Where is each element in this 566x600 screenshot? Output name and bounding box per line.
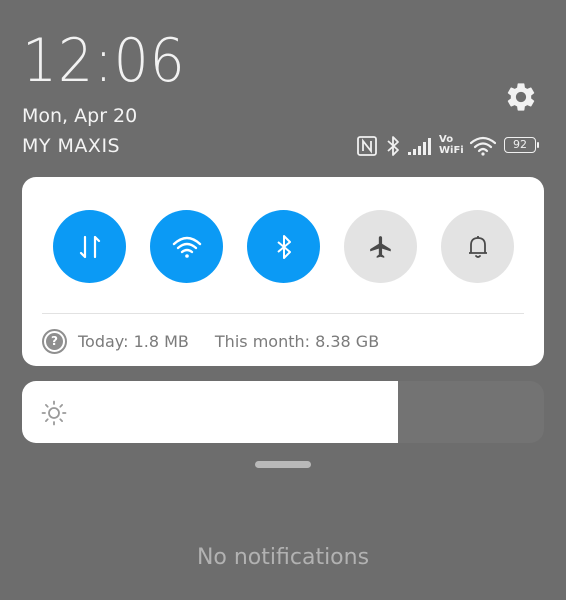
brightness-level-fill [22,381,398,443]
data-usage-today: Today: 1.8 MB [78,331,189,351]
panel-divider [42,313,524,314]
volte-label-top: Vo [439,134,454,145]
volte-icon: Vo WiFi [439,134,467,156]
mobile-data-toggle[interactable] [53,210,126,283]
volte-label-bottom: WiFi [439,145,464,156]
signal-icon [408,138,431,155]
carrier-label: MY MAXIS [22,135,121,157]
brightness-slider[interactable] [22,381,544,443]
sun-icon [41,400,67,426]
data-usage-month: This month: 8.38 GB [214,331,380,351]
airplane-icon [369,235,391,258]
clock[interactable]: 12:06 [22,26,186,96]
bluetooth-icon [276,234,291,259]
help-icon: ? [42,328,67,354]
settings-gear-icon[interactable] [504,80,538,114]
bluetooth-icon [387,136,399,156]
notification-shade: 12:06 Mon, Apr 20 MY MAXIS Vo WiFi 92 ? … [0,0,566,600]
no-notifications-label: No notifications [196,545,370,570]
wifi-icon [172,236,201,258]
quick-settings-panel: ? Today: 1.8 MB This month: 8.38 GB [22,177,544,366]
bell-icon [468,235,487,258]
battery-icon: 92 [504,137,539,153]
wifi-toggle[interactable] [150,210,223,283]
data-usage-row[interactable]: ? Today: 1.8 MB This month: 8.38 GB [42,327,522,355]
airplane-mode-toggle[interactable] [344,210,417,283]
status-bar: Vo WiFi 92 [356,132,546,160]
data-arrows-icon [79,235,100,258]
bluetooth-toggle[interactable] [247,210,320,283]
date-label[interactable]: Mon, Apr 20 [22,104,137,128]
silent-mode-toggle[interactable] [441,210,514,283]
drag-handle[interactable] [255,461,311,468]
nfc-icon [357,136,377,156]
wifi-icon [470,136,496,156]
